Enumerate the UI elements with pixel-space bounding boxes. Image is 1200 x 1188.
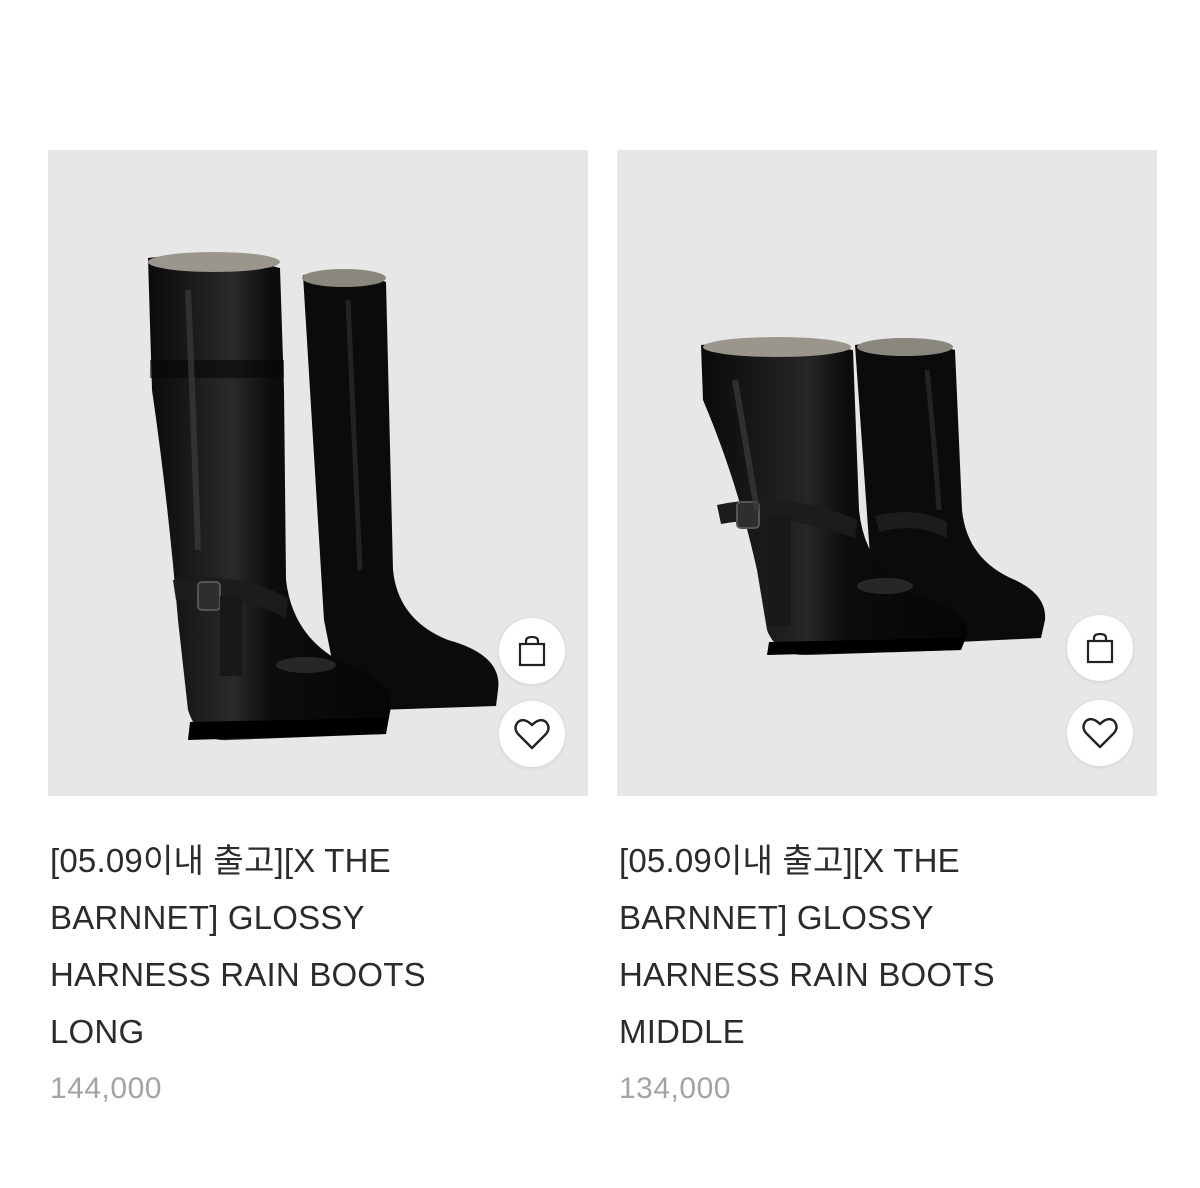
product-image[interactable] [617,150,1157,796]
product-grid: [05.09이내 출고][X THE BARNNET] GLOSSY HARNE… [0,0,1200,1188]
shopping-bag-icon [1086,632,1114,664]
product-card-middle[interactable]: [05.09이내 출고][X THE BARNNET] GLOSSY HARNE… [617,150,1157,1106]
product-title[interactable]: [05.09이내 출고][X THE BARNNET] GLOSSY HARNE… [619,832,1079,1060]
wishlist-button[interactable] [1067,700,1133,766]
boots-middle-illustration [701,337,1046,656]
product-title[interactable]: [05.09이내 출고][X THE BARNNET] GLOSSY HARNE… [50,832,510,1060]
product-image[interactable] [48,150,588,796]
boots-long-illustration [148,252,499,741]
wishlist-button[interactable] [499,701,565,767]
heart-icon [1082,717,1118,749]
product-card-long[interactable]: [05.09이내 출고][X THE BARNNET] GLOSSY HARNE… [48,150,588,1106]
add-to-cart-button[interactable] [1067,615,1133,681]
add-to-cart-button[interactable] [499,618,565,684]
product-price: 144,000 [50,1072,162,1105]
shopping-bag-icon [518,635,546,667]
heart-icon [514,718,550,750]
product-price: 134,000 [619,1072,731,1105]
